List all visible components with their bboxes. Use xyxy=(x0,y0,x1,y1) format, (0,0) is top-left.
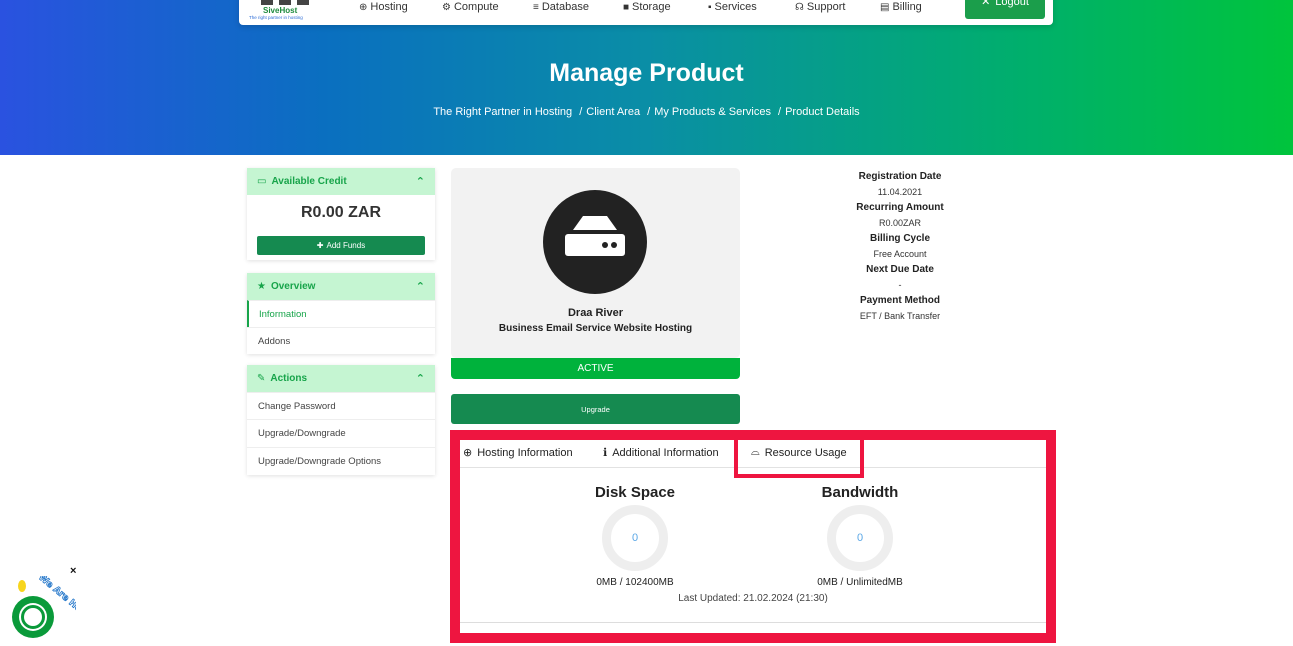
bandwidth-title: Bandwidth xyxy=(821,484,899,501)
breadcrumb-separator: / xyxy=(579,106,583,118)
logo-mark xyxy=(261,0,313,5)
divider xyxy=(460,622,1046,623)
nav-compute-label: Compute xyxy=(453,1,499,13)
nav-database-label: Database xyxy=(541,1,589,13)
upgrade-button[interactable]: Upgrade xyxy=(451,394,740,424)
status-badge: ACTIVE xyxy=(451,358,740,379)
overview-panel: ★ Overview ⌃ Information Addons xyxy=(247,273,435,354)
chat-close-icon[interactable]: × xyxy=(70,565,76,577)
next-due-date-label: Next Due Date xyxy=(866,264,934,275)
bandwidth-gauge: 0 xyxy=(827,505,893,571)
sivehost-logo[interactable]: SiveHost The right partner in hosting xyxy=(249,0,329,23)
gift-icon: ▪ xyxy=(708,1,712,13)
disk-space-usage: 0MB / 102400MB xyxy=(596,577,674,588)
product-card: Draa River Business Email Service Websit… xyxy=(451,168,740,358)
plus-icon: ✚ xyxy=(316,241,324,250)
breadcrumb: The Right Partner in Hosting / Client Are… xyxy=(0,106,1293,118)
sidebar-item-upgrade-downgrade[interactable]: Upgrade/Downgrade xyxy=(247,419,435,447)
payment-method-label: Payment Method xyxy=(859,295,940,306)
registration-date-value: 11.04.2021 xyxy=(877,186,923,197)
nav-compute[interactable]: ⚙ Compute xyxy=(442,1,499,13)
cpu-icon: ⚙ xyxy=(442,1,451,13)
breadcrumb-home[interactable]: The Right Partner in Hosting xyxy=(433,106,572,118)
page-title: Manage Product xyxy=(549,59,744,87)
sidebar-item-change-password[interactable]: Change Password xyxy=(247,392,435,419)
nav-hosting-label: Hosting xyxy=(370,1,408,13)
info-icon: ℹ xyxy=(603,447,608,459)
credit-panel-header[interactable]: ▭ Available Credit ⌃ xyxy=(247,168,435,195)
logo-tagline: The right partner in hosting xyxy=(249,15,303,20)
breadcrumb-separator: / xyxy=(778,106,782,118)
next-due-date-value: - xyxy=(898,279,902,290)
payment-method-value: EFT / Bank Transfer xyxy=(859,310,941,321)
tab-additional-information-label: Additional Information xyxy=(612,446,719,459)
globe-icon: ⊕ xyxy=(359,1,368,13)
nav-storage-label: Storage xyxy=(632,1,671,13)
logout-button[interactable]: ✕ Logout xyxy=(965,0,1045,19)
chat-button[interactable] xyxy=(12,596,54,638)
actions-panel-title: Actions xyxy=(270,373,308,384)
disk-space-title: Disk Space xyxy=(594,484,676,501)
credit-panel: ▭ Available Credit ⌃ R0.00 ZAR ✚ Add Fund… xyxy=(247,168,435,260)
top-navbar: SiveHost The right partner in hosting ⊕ H… xyxy=(239,0,1053,25)
nav-billing-label: Billing xyxy=(892,1,922,13)
globe-icon: ⊕ xyxy=(463,447,473,459)
nav-storage[interactable]: ■ Storage xyxy=(623,1,671,13)
tab-additional-information[interactable]: ℹ Additional Information xyxy=(603,446,719,460)
chat-bubble-icon xyxy=(21,605,45,629)
last-updated: Last Updated: 21.02.2024 (21:30) xyxy=(678,593,828,604)
actions-panel: ✎ Actions ⌃ Change Password Upgrade/Downg… xyxy=(247,365,435,475)
star-icon: ★ xyxy=(257,281,266,292)
box-icon: ■ xyxy=(623,1,630,13)
billing-cycle-label: Billing Cycle xyxy=(869,233,930,244)
tab-hosting-information-label: Hosting Information xyxy=(477,446,573,459)
close-icon: ✕ xyxy=(981,0,991,8)
overview-panel-header[interactable]: ★ Overview ⌃ xyxy=(247,273,435,300)
logo-name: SiveHost xyxy=(263,6,298,15)
nav-support-label: Support xyxy=(806,1,846,13)
product-name: Draa River xyxy=(567,307,624,319)
add-funds-label: Add Funds xyxy=(326,241,366,250)
nav-hosting[interactable]: ⊕ Hosting xyxy=(359,1,408,13)
chevron-up-icon[interactable]: ⌃ xyxy=(416,175,425,188)
headset-icon: ☊ xyxy=(795,1,804,13)
overview-panel-title: Overview xyxy=(270,281,316,292)
breadcrumb-products[interactable]: My Products & Services xyxy=(654,106,771,118)
product-group: Business Email Service Website Hosting xyxy=(498,323,693,334)
chevron-up-icon[interactable]: ⌃ xyxy=(416,372,425,385)
registration-date-label: Registration Date xyxy=(858,171,942,182)
actions-panel-header[interactable]: ✎ Actions ⌃ xyxy=(247,365,435,392)
nav-billing[interactable]: ▤ Billing xyxy=(880,1,922,13)
receipt-icon: ▤ xyxy=(880,1,890,13)
sidebar-item-upgrade-downgrade-options[interactable]: Upgrade/Downgrade Options xyxy=(247,447,435,475)
nav-services-label: Services xyxy=(714,1,757,13)
tab-highlight-frame xyxy=(734,435,864,478)
breadcrumb-client-area[interactable]: Client Area xyxy=(586,106,640,118)
wrench-icon: ✎ xyxy=(257,373,266,384)
recurring-amount-label: Recurring Amount xyxy=(856,202,944,213)
disk-space-gauge: 0 xyxy=(602,505,668,571)
money-icon: ▭ xyxy=(257,176,267,187)
sidebar-item-addons[interactable]: Addons xyxy=(247,327,435,354)
nav-database[interactable]: ≡ Database xyxy=(533,1,589,13)
tab-hosting-information[interactable]: ⊕ Hosting Information xyxy=(463,446,573,460)
billing-cycle-value: Free Account xyxy=(873,248,927,259)
breadcrumb-separator: / xyxy=(647,106,651,118)
nav-services[interactable]: ▪ Services xyxy=(708,1,757,13)
bandwidth-usage: 0MB / UnlimitedMB xyxy=(817,577,903,588)
product-details: Registration Date 11.04.2021 Recurring A… xyxy=(800,169,1000,324)
credit-panel-title: Available Credit xyxy=(271,176,347,187)
add-funds-button[interactable]: ✚ Add Funds xyxy=(257,236,425,255)
breadcrumb-current: Product Details xyxy=(785,106,860,118)
sidebar-item-information[interactable]: Information xyxy=(247,300,435,327)
recurring-amount-value: R0.00ZAR xyxy=(878,217,922,228)
server-icon xyxy=(543,190,647,294)
credit-value: R0.00 ZAR xyxy=(300,204,382,221)
database-icon: ≡ xyxy=(533,1,539,13)
nav-support[interactable]: ☊ Support xyxy=(795,1,845,13)
logout-label: Logout xyxy=(995,0,1029,8)
chevron-up-icon[interactable]: ⌃ xyxy=(416,280,425,293)
